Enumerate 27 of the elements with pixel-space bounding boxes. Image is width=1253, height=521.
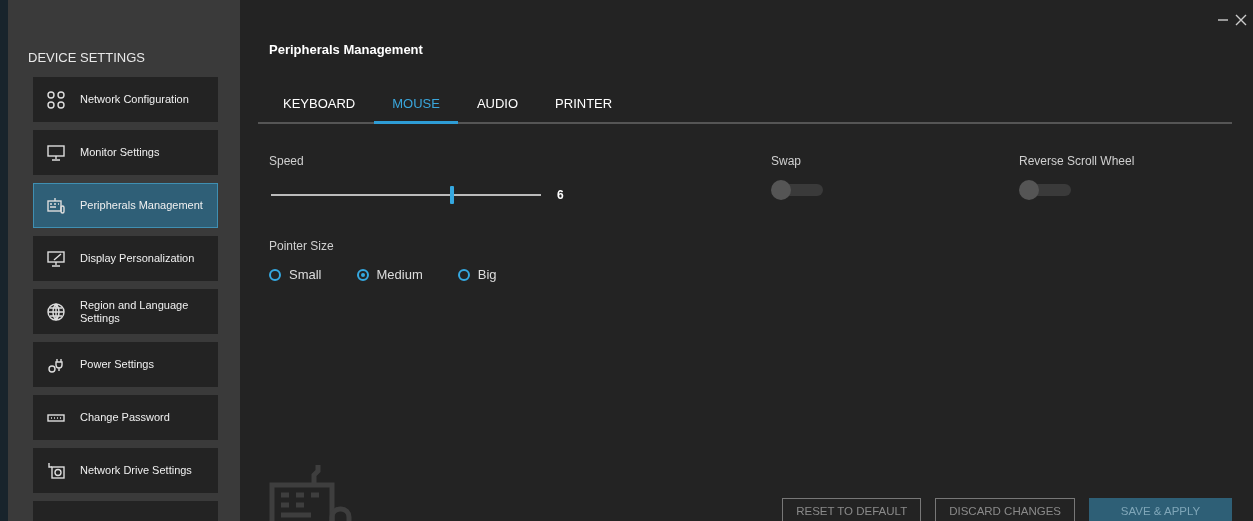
sidebar-item[interactable]: Change Password (33, 395, 218, 440)
action-button[interactable]: RESET TO DEFAULT (782, 498, 922, 521)
speed-label: Speed (269, 154, 305, 168)
tab[interactable]: MOUSE (374, 89, 458, 124)
page-title: Peripherals Management (269, 42, 424, 57)
tab[interactable]: AUDIO (458, 89, 537, 124)
radio-option[interactable]: Small (269, 267, 322, 282)
toggle-label: Swap (771, 154, 803, 168)
radio-option[interactable]: Medium (356, 267, 423, 282)
radio-option[interactable]: Big (457, 267, 497, 282)
sidebar-item[interactable]: Peripherals Management (33, 183, 218, 228)
radio-label: Medium (376, 267, 423, 282)
sidebar-item[interactable]: Region and Language Settings (33, 289, 218, 334)
sidebar-item[interactable]: Monitor Settings (33, 130, 218, 175)
sidebar-item[interactable]: Network Configuration (33, 77, 218, 122)
sidebar-item[interactable]: Display Personalization (33, 236, 218, 281)
sidebar-item[interactable]: Power Settings (33, 342, 218, 387)
action-button[interactable]: DISCARD CHANGES (935, 498, 1075, 521)
sidebar-heading: DEVICE SETTINGS (28, 50, 147, 65)
radio-label: Small (289, 267, 322, 282)
speed-value: 6 (557, 188, 564, 202)
pointer-size-label: Pointer Size (269, 239, 335, 253)
tab[interactable]: KEYBOARD (258, 89, 374, 124)
tab[interactable]: PRINTER (537, 89, 631, 124)
sidebar-item[interactable]: Network Drive Settings (33, 448, 218, 493)
radio-label: Big (477, 267, 497, 282)
toggle-label: Reverse Scroll Wheel (1019, 154, 1135, 168)
